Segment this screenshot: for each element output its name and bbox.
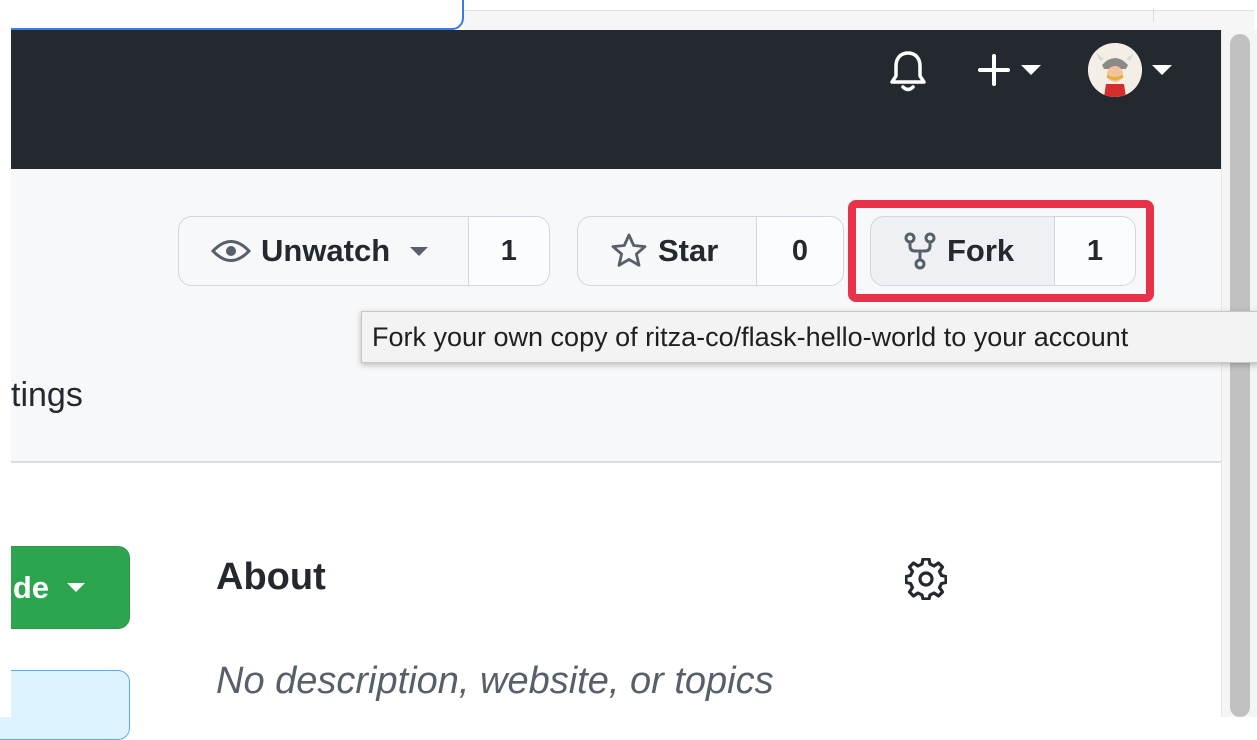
stargazers-count[interactable]: 0 <box>755 217 843 285</box>
star-icon <box>610 232 648 270</box>
code-button[interactable]: de <box>0 546 130 629</box>
window-edge <box>0 0 11 717</box>
fork-tooltip: Fork your own copy of ritza-co/flask-hel… <box>361 311 1257 363</box>
chevron-down-icon <box>67 583 85 592</box>
star-button-group: Star 0 <box>577 216 844 286</box>
star-label: Star <box>658 233 719 268</box>
about-description: No description, website, or topics <box>216 660 774 702</box>
forks-count[interactable]: 1 <box>1053 217 1135 285</box>
create-new-button[interactable] <box>972 50 1046 90</box>
eye-icon <box>211 236 251 266</box>
repo-forked-icon <box>903 231 937 271</box>
chevron-down-icon <box>410 246 429 256</box>
tab-settings[interactable]: tings <box>11 376 83 415</box>
scrollbar-thumb[interactable] <box>1230 34 1250 717</box>
about-settings-button[interactable] <box>903 556 949 602</box>
branch-field[interactable] <box>0 670 130 740</box>
fork-label: Fork <box>947 233 1015 268</box>
notifications-button[interactable] <box>888 48 928 94</box>
code-button-label: de <box>12 569 49 605</box>
watch-button-group: Unwatch 1 <box>178 216 550 286</box>
avatar <box>1087 43 1142 97</box>
bell-icon <box>890 51 926 92</box>
unwatch-label: Unwatch <box>261 233 391 268</box>
unwatch-button[interactable]: Unwatch <box>179 217 468 285</box>
address-bar[interactable] <box>0 0 464 30</box>
toolbar-divider <box>1153 8 1154 22</box>
chevron-down-icon <box>1151 65 1172 75</box>
star-button[interactable]: Star <box>578 217 756 285</box>
page-edge <box>464 10 1254 31</box>
watchers-count[interactable]: 1 <box>467 217 549 285</box>
user-menu-button[interactable] <box>1082 40 1177 100</box>
about-heading: About <box>216 556 326 598</box>
gear-icon <box>905 558 947 600</box>
fork-button-group: Fork 1 <box>870 216 1136 286</box>
plus-icon <box>978 54 1010 86</box>
chevron-down-icon <box>1021 65 1041 75</box>
browser-toolbar <box>0 0 1257 31</box>
fork-button[interactable]: Fork <box>871 217 1054 285</box>
tooltip-text: Fork your own copy of ritza-co/flask-hel… <box>372 321 1129 352</box>
